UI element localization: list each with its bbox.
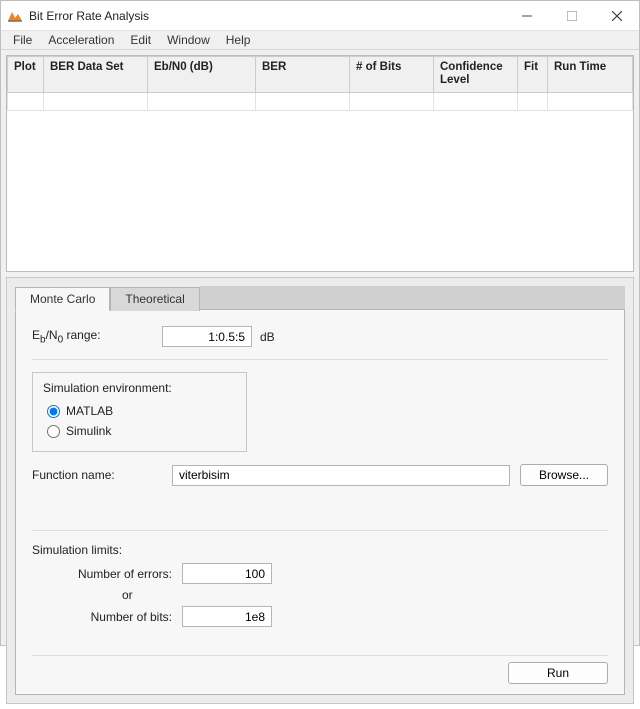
tab-content-monte-carlo: Eb/N0 range: dB Simulation environment: …	[15, 310, 625, 695]
app-window: Bit Error Rate Analysis File Acceleratio…	[0, 0, 640, 646]
table-row[interactable]	[8, 93, 633, 111]
menu-window[interactable]: Window	[159, 31, 218, 49]
col-conf[interactable]: Confidence Level	[434, 57, 518, 93]
col-ebno[interactable]: Eb/N0 (dB)	[148, 57, 256, 93]
titlebar: Bit Error Rate Analysis	[1, 1, 639, 31]
ebno-range-input[interactable]	[162, 326, 252, 347]
radio-matlab-input[interactable]	[47, 405, 60, 418]
window-title: Bit Error Rate Analysis	[29, 9, 504, 23]
or-label: or	[32, 588, 608, 602]
num-bits-input[interactable]	[182, 606, 272, 627]
divider	[32, 530, 608, 531]
ebno-range-label: Eb/N0 range:	[32, 328, 162, 345]
tab-theoretical[interactable]: Theoretical	[110, 287, 199, 311]
ebno-unit-label: dB	[260, 330, 275, 344]
maximize-button[interactable]	[549, 1, 594, 31]
app-icon	[7, 8, 23, 24]
num-bits-label: Number of bits:	[32, 610, 182, 624]
content-area: Plot BER Data Set Eb/N0 (dB) BER # of Bi…	[1, 50, 639, 709]
browse-button[interactable]: Browse...	[520, 464, 608, 486]
menu-edit[interactable]: Edit	[122, 31, 159, 49]
run-button[interactable]: Run	[508, 662, 608, 684]
tab-footer: Run	[32, 655, 608, 684]
menu-acceleration[interactable]: Acceleration	[40, 31, 122, 49]
function-name-input[interactable]	[172, 465, 510, 486]
tab-strip: Monte Carlo Theoretical	[15, 286, 625, 310]
col-fit[interactable]: Fit	[518, 57, 548, 93]
menubar: File Acceleration Edit Window Help	[1, 31, 639, 50]
close-button[interactable]	[594, 1, 639, 31]
function-name-label: Function name:	[32, 468, 162, 482]
table-empty-area	[7, 111, 633, 271]
radio-simulink-input[interactable]	[47, 425, 60, 438]
ebno-range-row: Eb/N0 range: dB	[32, 326, 608, 347]
num-errors-label: Number of errors:	[32, 567, 182, 581]
menu-help[interactable]: Help	[218, 31, 259, 49]
divider	[32, 359, 608, 360]
num-errors-input[interactable]	[182, 563, 272, 584]
function-name-row: Function name: Browse...	[32, 464, 608, 486]
sim-env-legend: Simulation environment:	[43, 381, 236, 395]
tab-panel: Monte Carlo Theoretical Eb/N0 range: dB …	[6, 277, 634, 704]
col-bits[interactable]: # of Bits	[350, 57, 434, 93]
radio-simulink[interactable]: Simulink	[43, 421, 236, 441]
sim-limits-legend: Simulation limits:	[32, 543, 608, 557]
col-plot[interactable]: Plot	[8, 57, 44, 93]
tab-monte-carlo[interactable]: Monte Carlo	[15, 287, 110, 311]
col-dataset[interactable]: BER Data Set	[44, 57, 148, 93]
col-runtime[interactable]: Run Time	[548, 57, 633, 93]
minimize-button[interactable]	[504, 1, 549, 31]
menu-file[interactable]: File	[5, 31, 40, 49]
radio-matlab[interactable]: MATLAB	[43, 401, 236, 421]
col-ber[interactable]: BER	[256, 57, 350, 93]
tab-strip-filler	[200, 286, 625, 310]
sim-limits-group: Simulation limits: Number of errors: or …	[32, 543, 608, 631]
results-table: Plot BER Data Set Eb/N0 (dB) BER # of Bi…	[6, 55, 634, 272]
sim-env-group: Simulation environment: MATLAB Simulink	[32, 372, 247, 452]
